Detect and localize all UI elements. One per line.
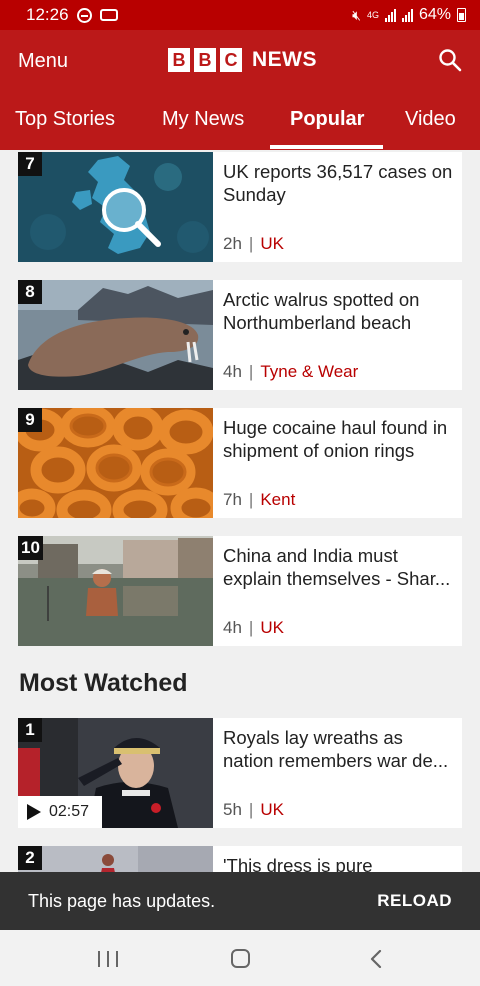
story-tag[interactable]: Tyne & Wear <box>260 362 358 381</box>
rank-badge: 1 <box>18 718 42 742</box>
network-type: 4G <box>366 9 379 20</box>
logo-news-text: NEWS <box>252 48 317 71</box>
voicemail-icon <box>99 9 118 21</box>
video-card[interactable]: 1 02:57 Royals lay wreaths as nation rem… <box>18 718 462 828</box>
tab-video[interactable]: Video <box>405 108 456 131</box>
story-card[interactable]: 8 Arctic walrus spotted on Northumberlan… <box>18 280 462 390</box>
reload-button[interactable]: RELOAD <box>377 891 452 911</box>
video-tag[interactable]: UK <box>260 800 284 819</box>
story-headline[interactable]: Arctic walrus spotted on Northumberland … <box>223 288 455 334</box>
rank-badge: 10 <box>18 536 43 560</box>
story-card[interactable]: 9 Huge cocaine haul found in shipment of… <box>18 408 462 518</box>
rank-badge: 9 <box>18 408 42 432</box>
story-age: 4h <box>223 618 242 637</box>
tab-top-stories[interactable]: Top Stories <box>15 108 115 131</box>
logo-letter-b2: B <box>194 48 216 72</box>
story-age: 7h <box>223 490 242 509</box>
play-icon <box>27 804 41 820</box>
section-tabs: Top Stories My News Popular Video <box>0 108 480 150</box>
story-tag[interactable]: UK <box>260 618 284 637</box>
signal-icon-2 <box>401 8 413 22</box>
story-headline[interactable]: Huge cocaine haul found in shipment of o… <box>223 416 455 462</box>
logo-letter-c: C <box>220 48 242 72</box>
video-age: 5h <box>223 800 242 819</box>
story-thumbnail-covid-map: 7 <box>18 152 213 262</box>
bbc-news-logo: B B C NEWS <box>168 48 317 72</box>
story-headline[interactable]: UK reports 36,517 cases on Sunday <box>223 160 455 206</box>
story-meta: 4h | UK <box>223 618 284 637</box>
rank-badge: 8 <box>18 280 42 304</box>
update-snackbar: This page has updates. RELOAD <box>0 872 480 930</box>
story-thumbnail-walrus: 8 <box>18 280 213 390</box>
active-tab-indicator <box>270 145 383 149</box>
content-list[interactable]: 7 UK reports 36,517 cases on Sunday 2h | U… <box>0 150 480 930</box>
rank-badge: 2 <box>18 846 42 870</box>
tab-popular[interactable]: Popular <box>290 108 364 131</box>
status-bar: 12:26 🔇︎ 4G 64% <box>0 0 480 30</box>
snackbar-message: This page has updates. <box>28 890 216 911</box>
story-meta: 7h | Kent <box>223 490 296 509</box>
back-icon[interactable] <box>370 950 382 968</box>
logo-letter-b1: B <box>168 48 190 72</box>
menu-button[interactable]: Menu <box>18 50 68 73</box>
battery-percent: 64% <box>418 6 451 23</box>
most-watched-heading: Most Watched <box>19 669 188 697</box>
story-card[interactable]: 10 China and India must explain themselv… <box>18 536 462 646</box>
signal-icon <box>384 8 396 22</box>
story-tag[interactable]: UK <box>260 234 284 253</box>
recent-apps-icon[interactable] <box>98 951 118 967</box>
video-duration: 02:57 <box>49 803 90 820</box>
tab-my-news[interactable]: My News <box>162 108 244 131</box>
story-meta: 4h | Tyne & Wear <box>223 362 359 381</box>
do-not-disturb-icon <box>76 7 92 23</box>
story-tag[interactable]: Kent <box>260 490 295 509</box>
story-meta: 2h | UK <box>223 234 284 253</box>
video-duration-badge[interactable]: 02:57 <box>18 796 102 828</box>
video-thumbnail-remembrance: 1 02:57 <box>18 718 213 828</box>
rank-badge: 7 <box>18 152 42 176</box>
search-icon[interactable] <box>438 48 462 72</box>
story-age: 2h <box>223 234 242 253</box>
status-time: 12:26 <box>26 5 69 24</box>
story-thumbnail-flooded-street: 10 <box>18 536 213 646</box>
story-thumbnail-onion-rings: 9 <box>18 408 213 518</box>
story-card[interactable]: 7 UK reports 36,517 cases on Sunday 2h | U… <box>18 152 462 262</box>
story-headline[interactable]: China and India must explain themselves … <box>223 544 455 590</box>
app-header: Menu B B C NEWS Top Stories My News Popu… <box>0 30 480 150</box>
mute-icon: 🔇︎ <box>352 6 361 23</box>
video-meta: 5h | UK <box>223 800 284 819</box>
system-nav-bar <box>0 930 480 986</box>
battery-icon <box>457 8 466 22</box>
home-icon[interactable] <box>231 949 250 968</box>
story-age: 4h <box>223 362 242 381</box>
video-headline[interactable]: Royals lay wreaths as nation remembers w… <box>223 726 455 772</box>
